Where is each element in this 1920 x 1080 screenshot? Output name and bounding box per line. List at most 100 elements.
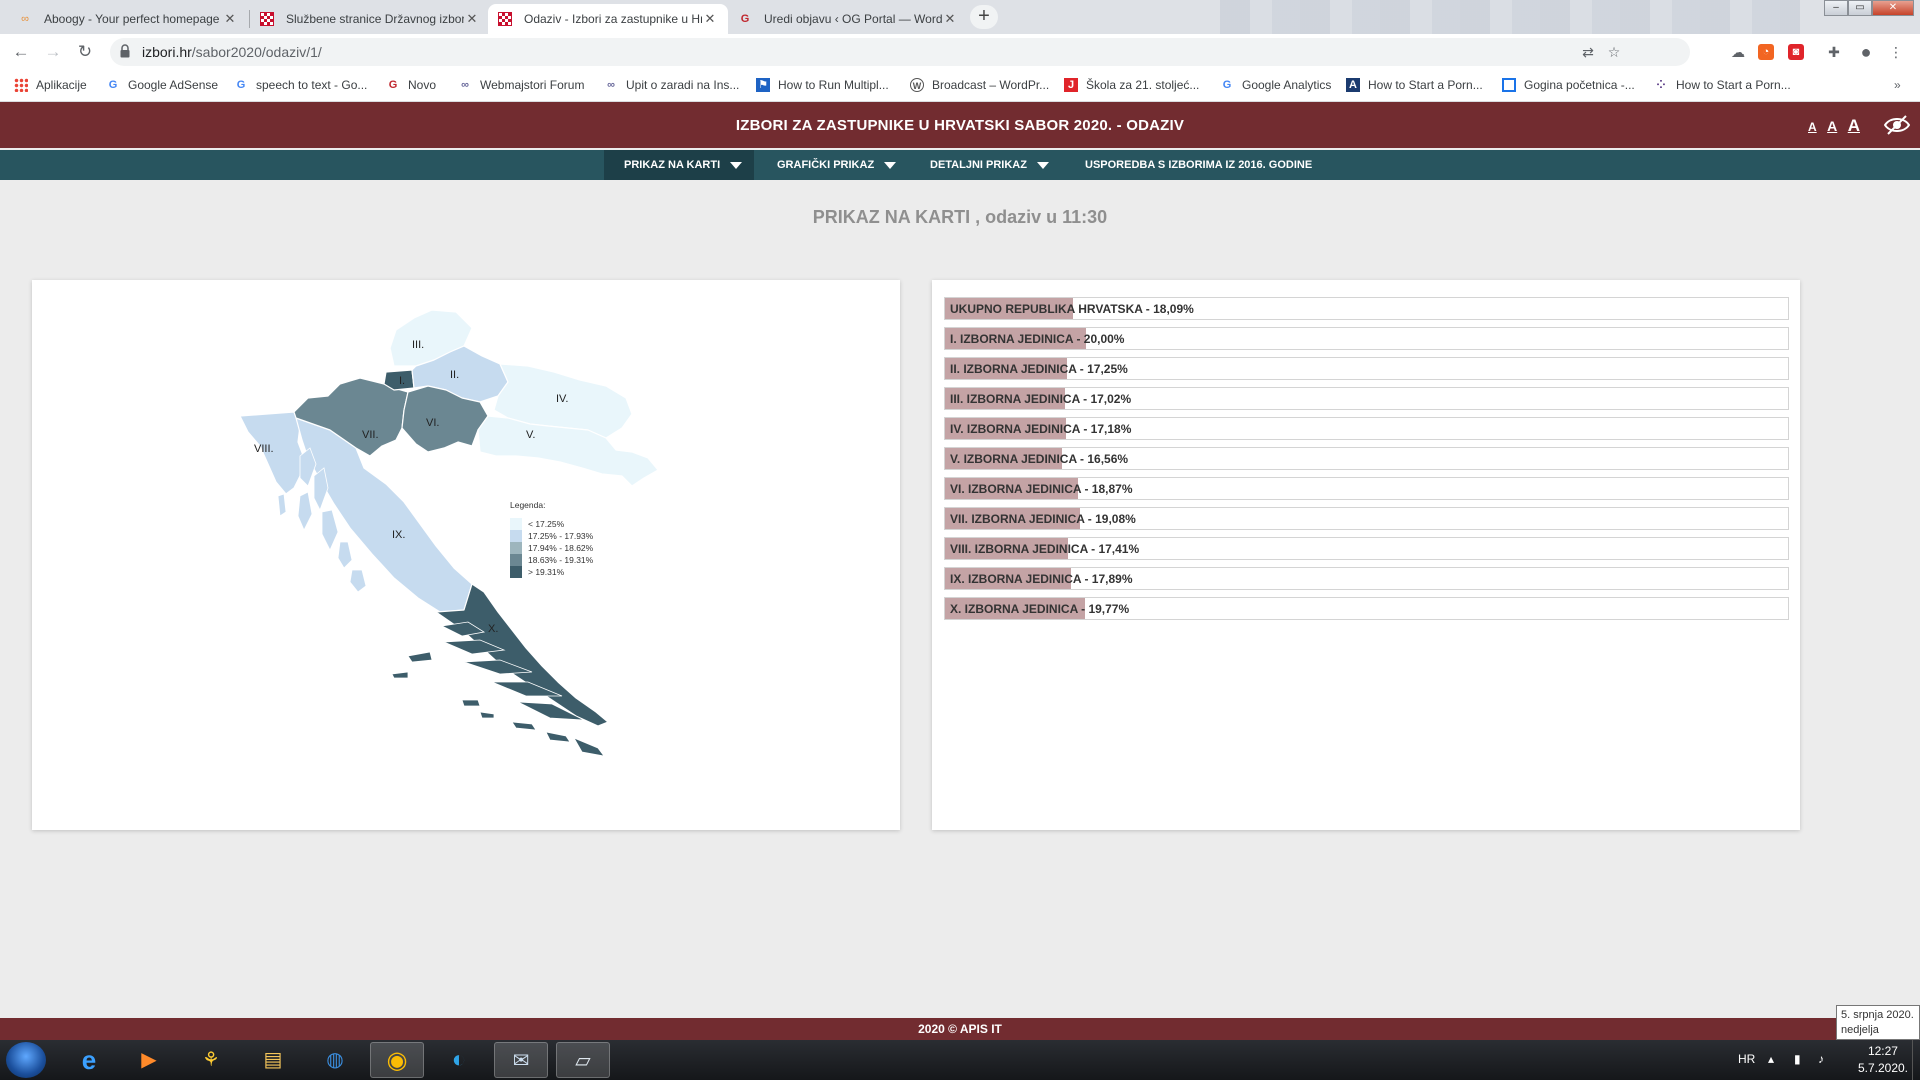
- legend-label: > 19.31%: [528, 567, 565, 577]
- turnout-bar-row[interactable]: V. IZBORNA JEDINICA - 16,56%: [944, 447, 1789, 470]
- turnout-bar-row[interactable]: IX. IZBORNA JEDINICA - 17,89%: [944, 567, 1789, 590]
- internet-explorer-icon[interactable]: e: [62, 1042, 116, 1078]
- bookmark-label: Aplikacije: [36, 78, 87, 92]
- address-bar[interactable]: izbori.hr/sabor2020/odaziv/1/ ⇄ ☆: [110, 38, 1690, 66]
- menu-kebab-icon[interactable]: ⋮: [1886, 42, 1906, 62]
- taskbar-clock[interactable]: 12:27 5.7.2020.: [1858, 1043, 1908, 1077]
- volume-icon[interactable]: ♪: [1818, 1052, 1824, 1066]
- caret-down-icon: [884, 161, 897, 169]
- show-desktop-button[interactable]: [1912, 1040, 1920, 1080]
- red-j-icon: J: [1064, 78, 1078, 92]
- turnout-bar-row[interactable]: IV. IZBORNA JEDINICA - 17,18%: [944, 417, 1789, 440]
- translate-icon[interactable]: ⇄: [1578, 42, 1598, 62]
- accessibility-eye-icon[interactable]: [1884, 114, 1910, 136]
- turnout-bar-row[interactable]: VII. IZBORNA JEDINICA - 19,08%: [944, 507, 1789, 530]
- maximize-button[interactable]: ▭: [1848, 0, 1872, 16]
- close-window-button[interactable]: ✕: [1872, 0, 1914, 16]
- turnout-bar-label: IX. IZBORNA JEDINICA - 17,89%: [950, 572, 1133, 586]
- notepad-icon[interactable]: ▱: [556, 1042, 610, 1078]
- bookmark-novo[interactable]: G Novo: [386, 78, 436, 92]
- close-icon[interactable]: ✕: [464, 11, 480, 27]
- chrome-icon[interactable]: ◉: [370, 1042, 424, 1078]
- tab-title: Aboogy - Your perfect homepage: [44, 12, 220, 26]
- reload-icon[interactable]: ↻: [74, 41, 96, 63]
- turnout-bar-row[interactable]: II. IZBORNA JEDINICA - 17,25%: [944, 357, 1789, 380]
- region-label-vii: VII.: [362, 429, 379, 441]
- star-icon[interactable]: ☆: [1604, 42, 1624, 62]
- puzzle-extensions-icon[interactable]: ✚: [1824, 42, 1844, 62]
- browser-tab-og-portal[interactable]: G Uredi objavu ‹ OG Portal — WordPress ✕: [728, 4, 968, 34]
- bookmark-how-to-start-2[interactable]: ⁘ How to Start a Porn...: [1654, 78, 1790, 92]
- bookmark-broadcast-wordpress[interactable]: W Broadcast – WordPr...: [910, 78, 1049, 92]
- bookmark-skola[interactable]: J Škola za 21. stoljeć...: [1064, 78, 1199, 92]
- close-icon[interactable]: ✕: [702, 11, 718, 27]
- tray-expand-icon[interactable]: ▴: [1768, 1052, 1774, 1066]
- bookmark-google-adsense[interactable]: G Google AdSense: [106, 78, 218, 92]
- region-label-vi: VI.: [426, 417, 439, 429]
- browser-tab-odaziv[interactable]: Odaziv - Izbori za zastupnike u Hrvatski…: [488, 4, 728, 34]
- back-arrow-icon[interactable]: ←: [10, 41, 32, 63]
- turnout-bar-row[interactable]: III. IZBORNA JEDINICA - 17,02%: [944, 387, 1789, 410]
- font-small-button[interactable]: A: [1808, 120, 1817, 134]
- close-icon[interactable]: ✕: [942, 11, 958, 27]
- flag-icon: ⚑: [756, 78, 770, 92]
- font-large-button[interactable]: A: [1848, 116, 1860, 135]
- bookmark-google-analytics[interactable]: G Google Analytics: [1220, 78, 1332, 92]
- minimize-button[interactable]: –: [1824, 0, 1848, 16]
- bookmark-apps[interactable]: Aplikacije: [14, 78, 87, 92]
- turnout-bar-row[interactable]: I. IZBORNA JEDINICA - 20,00%: [944, 327, 1789, 350]
- tab-title: Službene stranice Državnog izbornog povj…: [286, 12, 464, 26]
- bookmark-label: Novo: [408, 78, 437, 92]
- bookmark-label: How to Start a Porn...: [1368, 78, 1483, 92]
- mail-app-icon[interactable]: ✉: [494, 1042, 548, 1078]
- file-explorer-icon[interactable]: ▤: [246, 1042, 300, 1078]
- bookmark-gogina-pocetnica[interactable]: Gogina početnica -...: [1502, 78, 1635, 92]
- presentation-app-icon[interactable]: ⚘: [184, 1042, 238, 1078]
- turnout-bar-row[interactable]: VIII. IZBORNA JEDINICA - 17,41%: [944, 537, 1789, 560]
- nav-detaljni-prikaz[interactable]: DETALJNI PRIKAZ: [910, 150, 1060, 180]
- red-extension-icon[interactable]: ◙: [1788, 44, 1804, 60]
- legend-label: 17.25% - 17.93%: [528, 531, 594, 541]
- legend-swatch: [510, 566, 522, 578]
- language-indicator[interactable]: HR: [1738, 1052, 1755, 1066]
- bookmark-upit-o-zaradi[interactable]: ∞ Upit o zaradi na Ins...: [604, 78, 739, 92]
- legend-label: < 17.25%: [528, 519, 565, 529]
- network-globe-icon[interactable]: ◍: [308, 1042, 362, 1078]
- browser-tab-strip: ∞ Aboogy - Your perfect homepage ✕ Služb…: [0, 0, 1920, 34]
- region-label-iii: III.: [412, 339, 424, 351]
- browser-tab-izbori-main[interactable]: Službene stranice Državnog izbornog povj…: [250, 4, 490, 34]
- turnout-bar-row[interactable]: X. IZBORNA JEDINICA - 19,77%: [944, 597, 1789, 620]
- start-button[interactable]: [6, 1042, 46, 1078]
- browser-tab-aboogy[interactable]: ∞ Aboogy - Your perfect homepage ✕: [8, 4, 248, 34]
- rss-icon[interactable]: ◔: [1758, 44, 1774, 60]
- og-portal-icon: G: [740, 13, 750, 25]
- nav-prikaz-na-karti[interactable]: PRIKAZ NA KARTI: [604, 150, 754, 180]
- media-player-icon[interactable]: ▶: [122, 1042, 176, 1078]
- edge-icon[interactable]: ◐: [432, 1042, 486, 1078]
- site-nav: PRIKAZ NA KARTI GRAFIČKI PRIKAZ DETALJNI…: [0, 150, 1920, 180]
- nav-usporedba-2016[interactable]: USPOREDBA S IZBORIMA IZ 2016. GODINE: [1065, 150, 1315, 180]
- bookmark-speech-to-text[interactable]: G speech to text - Go...: [234, 78, 368, 92]
- new-tab-button[interactable]: +: [970, 5, 998, 29]
- google-icon: G: [236, 79, 246, 91]
- cloud-extension-icon[interactable]: ☁: [1728, 42, 1748, 62]
- bookmarks-overflow-icon[interactable]: »: [1894, 78, 1901, 92]
- bookmark-webmajstori[interactable]: ∞ Webmajstori Forum: [458, 78, 584, 92]
- font-medium-button[interactable]: A: [1827, 118, 1837, 134]
- bookmark-label: Gogina početnica -...: [1524, 78, 1635, 92]
- forward-arrow-icon[interactable]: →: [42, 41, 64, 63]
- network-icon[interactable]: ▮: [1794, 1052, 1801, 1066]
- bookmark-how-to-start-1[interactable]: A How to Start a Porn...: [1346, 78, 1483, 92]
- legend-swatch: [510, 554, 522, 566]
- window-controls: – ▭ ✕: [1824, 0, 1914, 16]
- turnout-bar-row[interactable]: VI. IZBORNA JEDINICA - 18,87%: [944, 477, 1789, 500]
- bookmark-how-to-run[interactable]: ⚑ How to Run Multipl...: [756, 78, 889, 92]
- map-legend: Legenda: < 17.25% 17.25% - 17.93% 17.94%…: [510, 500, 594, 578]
- turnout-bar-label: VI. IZBORNA JEDINICA - 18,87%: [950, 482, 1133, 496]
- close-icon[interactable]: ✕: [222, 11, 238, 27]
- nav-label: GRAFIČKI PRIKAZ: [777, 159, 875, 171]
- profile-avatar-icon[interactable]: ●: [1856, 42, 1876, 62]
- tab-title: Odaziv - Izbori za zastupnike u Hrvatski…: [524, 12, 702, 26]
- turnout-bar-row[interactable]: UKUPNO REPUBLIKA HRVATSKA - 18,09%: [944, 297, 1789, 320]
- nav-graficki-prikaz[interactable]: GRAFIČKI PRIKAZ: [757, 150, 907, 180]
